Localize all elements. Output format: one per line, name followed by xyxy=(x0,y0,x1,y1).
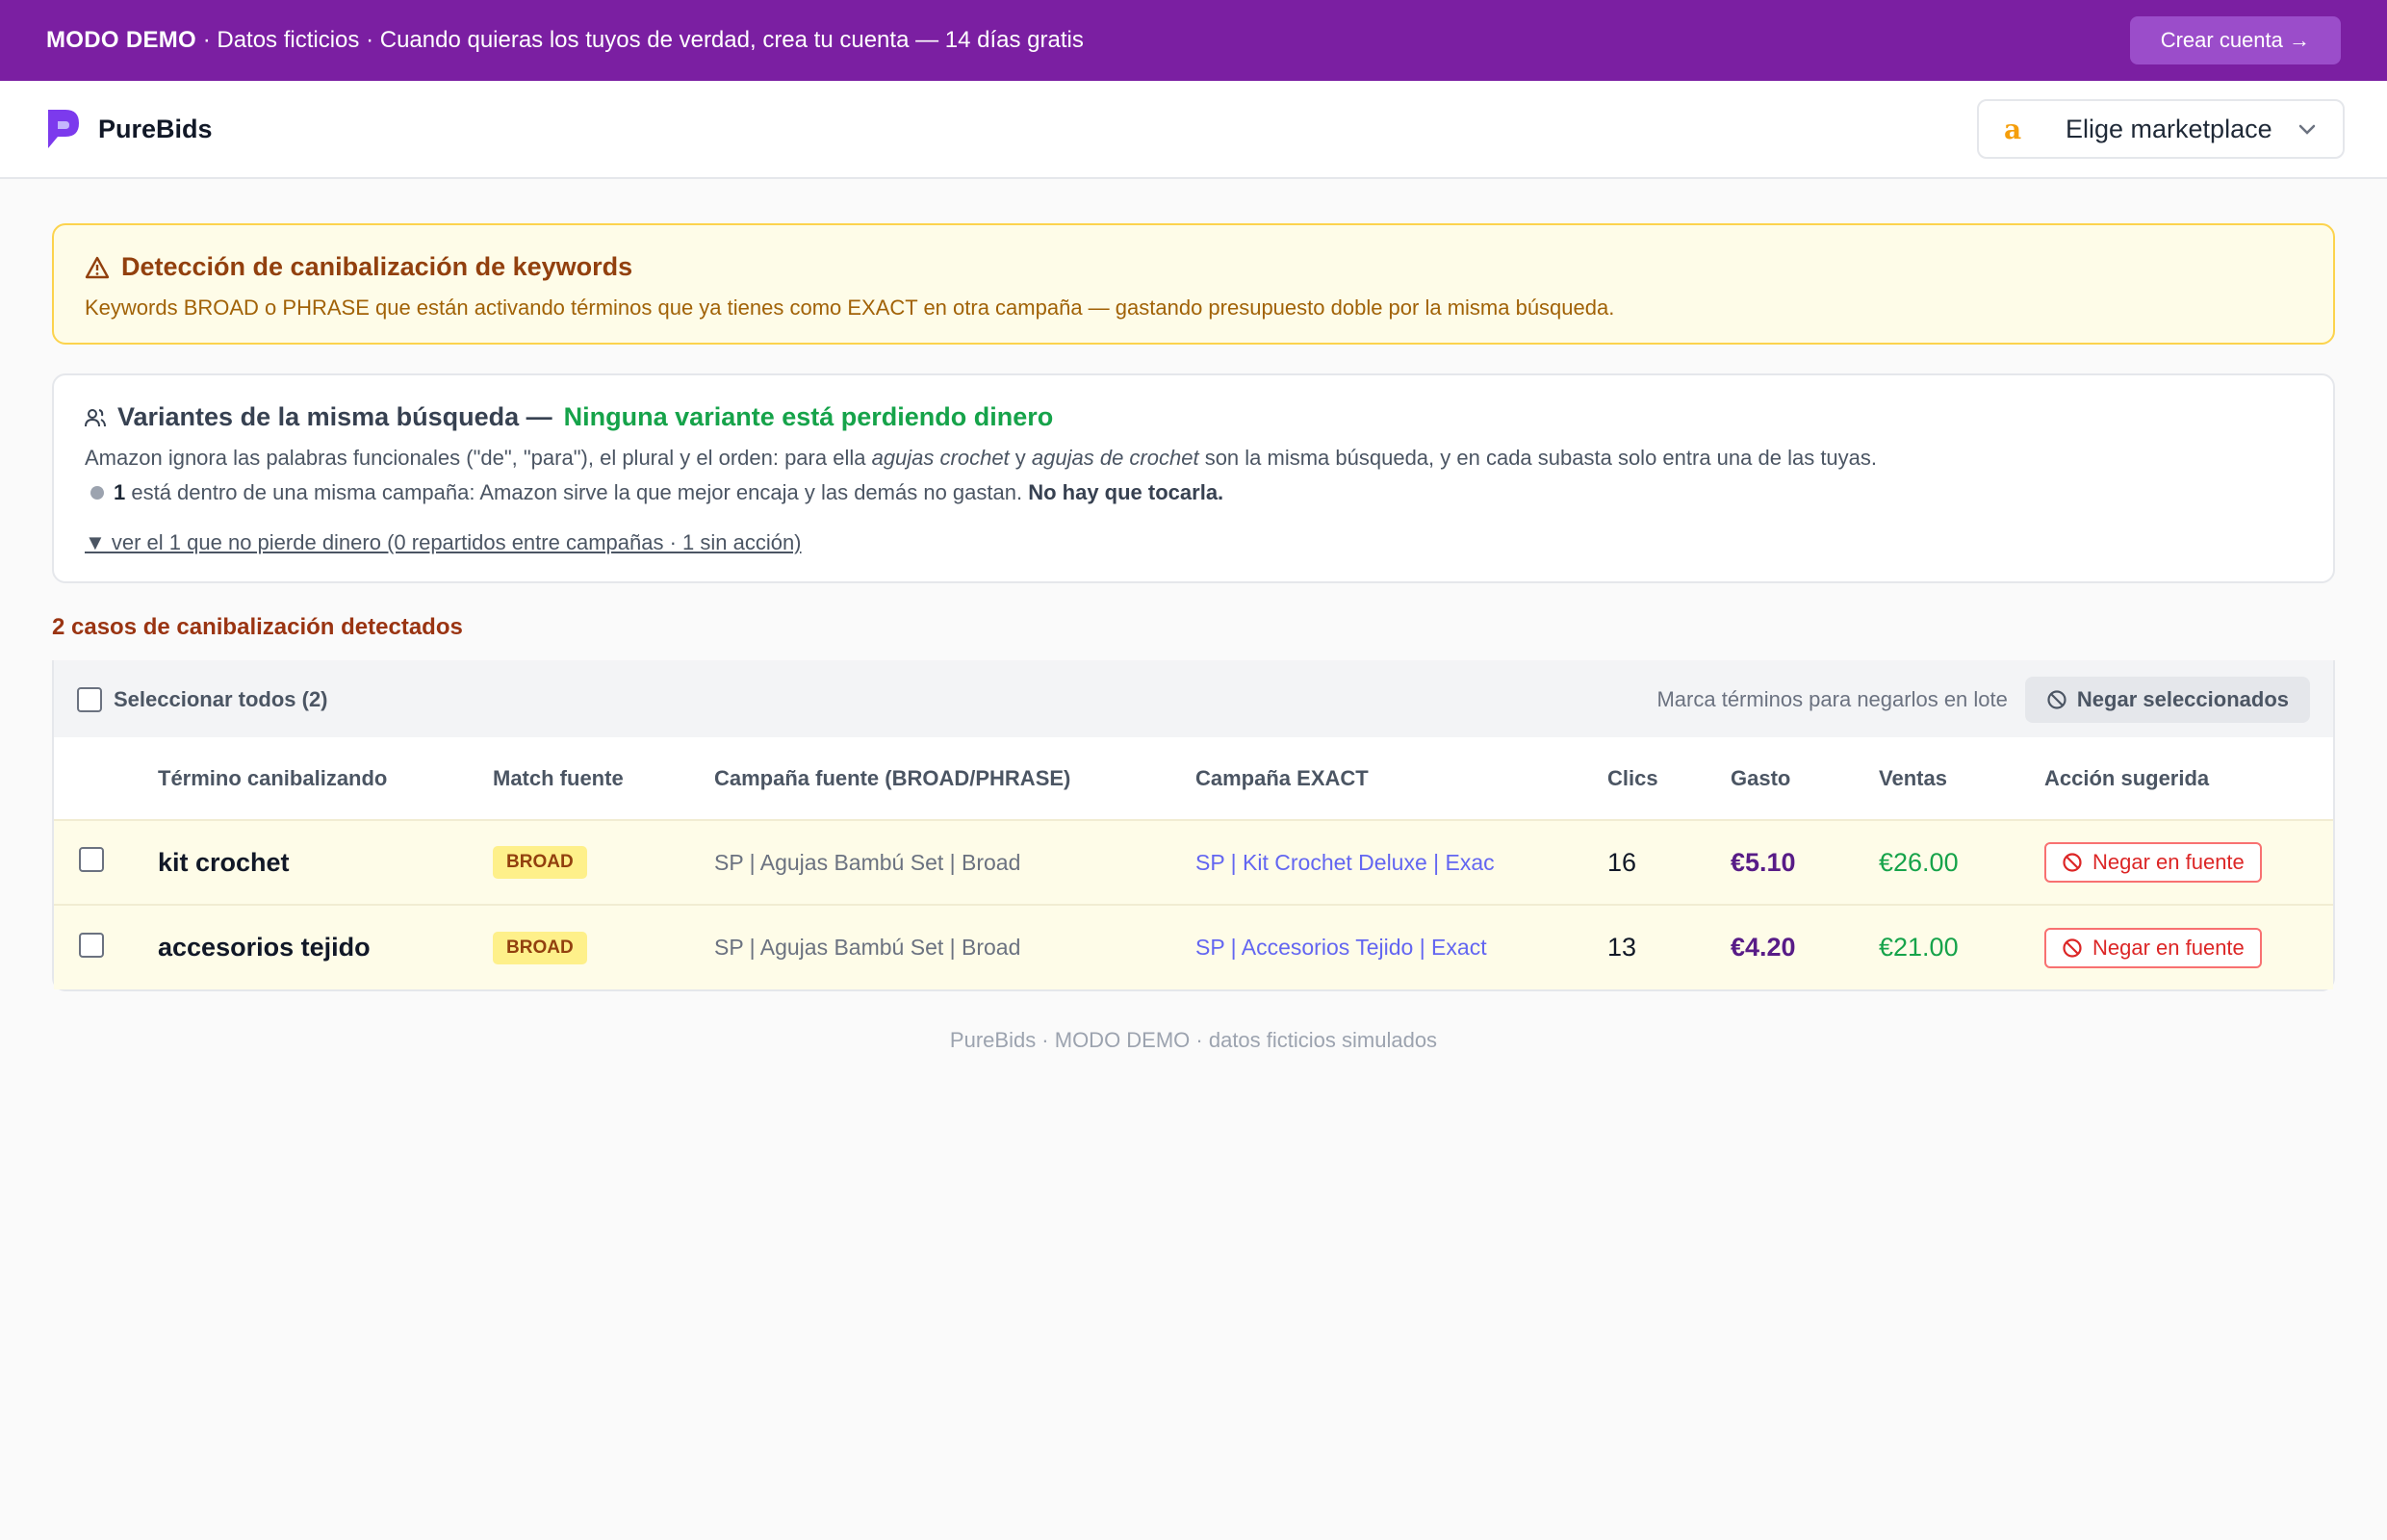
variants-example-1: agujas crochet xyxy=(871,446,1010,470)
chevron-down-icon xyxy=(2298,124,2316,135)
row-sales: €21.00 xyxy=(1879,933,1959,962)
variants-point-strong: No hay que tocarla. xyxy=(1028,480,1224,504)
variants-status: Ninguna variante está perdiendo dinero xyxy=(563,402,1054,431)
row-spend: €4.20 xyxy=(1731,933,1796,962)
row-clicks: 16 xyxy=(1607,847,1637,877)
variants-point: 1 está dentro de una misma campaña: Amaz… xyxy=(85,480,2302,505)
marketplace-label: Elige marketplace xyxy=(2066,114,2272,143)
main-content: Detección de canibalización de keywords … xyxy=(0,223,2387,1053)
demo-message-text: · Datos ficticios · Cuando quieras los t… xyxy=(196,27,1084,53)
cannibalization-table: Término canibalizando Match fuente Campa… xyxy=(54,737,2333,989)
row-exact-campaign-link[interactable]: SP | Kit Crochet Deluxe | Exac xyxy=(1195,820,1607,905)
row-checkbox[interactable] xyxy=(79,932,104,958)
variants-description: Amazon ignora las palabras funcionales (… xyxy=(85,446,2302,471)
variants-toggle-link[interactable]: ▼ ver el 1 que no pierde dinero (0 repar… xyxy=(85,530,802,555)
header-source-campaign: Campaña fuente (BROAD/PHRASE) xyxy=(714,765,1071,790)
select-all-checkbox[interactable] xyxy=(77,687,102,712)
variants-card: Variantes de la misma búsqueda — Ninguna… xyxy=(52,373,2335,583)
ban-icon xyxy=(2063,937,2082,958)
cases-count-label: 2 casos de canibalización detectados xyxy=(52,614,463,640)
warning-title: Detección de canibalización de keywords xyxy=(85,252,2302,282)
header-clicks: Clics xyxy=(1607,765,1658,790)
purebids-logo-icon xyxy=(48,110,79,148)
brand-name: PureBids xyxy=(98,114,213,143)
batch-toolbar: Seleccionar todos (2) Marca términos par… xyxy=(54,660,2333,737)
variants-example-2: agujas de crochet xyxy=(1031,446,1199,470)
toolbar-hint: Marca términos para negarlos en lote xyxy=(1656,687,2008,711)
row-source-campaign: SP | Agujas Bambú Set | Broad xyxy=(714,935,1021,960)
header-spend: Gasto xyxy=(1731,765,1791,790)
negate-selected-button[interactable]: Negar seleccionados xyxy=(2024,677,2310,723)
variants-point-text: 1 está dentro de una misma campaña: Amaz… xyxy=(114,480,1223,505)
variants-title-text: Variantes de la misma búsqueda — xyxy=(117,402,552,431)
bullet-dot-icon xyxy=(90,486,104,500)
negate-in-source-button[interactable]: Negar en fuente xyxy=(2044,927,2262,968)
row-exact-campaign-link[interactable]: SP | Accesorios Tejido | Exact xyxy=(1195,905,1607,989)
row-checkbox[interactable] xyxy=(79,847,104,872)
row-match-cell: BROAD xyxy=(493,905,714,989)
match-badge: BROAD xyxy=(493,931,587,964)
row-select-cell xyxy=(54,820,158,905)
table-row: kit crochet BROAD SP | Agujas Bambú Set … xyxy=(54,820,2333,905)
row-match-cell: BROAD xyxy=(493,820,714,905)
row-spend: €5.10 xyxy=(1731,847,1796,877)
header-match: Match fuente xyxy=(493,765,624,790)
negate-selected-label: Negar seleccionados xyxy=(2076,687,2289,711)
cannibalization-warning: Detección de canibalización de keywords … xyxy=(52,223,2335,345)
app-header: PureBids a Elige marketplace xyxy=(0,81,2387,179)
page-footer: PureBids · MODO DEMO · datos ficticios s… xyxy=(949,1028,1438,1052)
brand[interactable]: PureBids xyxy=(44,108,213,150)
demo-banner: MODO DEMO · Datos ficticios · Cuando qui… xyxy=(0,0,2387,81)
users-icon xyxy=(85,408,106,426)
row-sales: €26.00 xyxy=(1879,847,1959,877)
negate-in-source-label: Negar en fuente xyxy=(2092,850,2245,874)
match-badge: BROAD xyxy=(493,846,587,879)
variants-desc-part: Amazon ignora las palabras funcionales (… xyxy=(85,446,872,470)
create-account-button[interactable]: Crear cuenta → xyxy=(2129,16,2341,64)
demo-mode-label: MODO DEMO xyxy=(46,27,197,53)
amazon-icon: a xyxy=(2004,113,2022,145)
row-source-campaign: SP | Agujas Bambú Set | Broad xyxy=(714,849,1021,875)
negate-in-source-button[interactable]: Negar en fuente xyxy=(2044,842,2262,883)
row-term: accesorios tejido xyxy=(158,933,371,962)
table-row: accesorios tejido BROAD SP | Agujas Bamb… xyxy=(54,905,2333,989)
toolbar-right: Marca términos para negarlos en lote Neg… xyxy=(1656,677,2310,723)
header-exact-campaign: Campaña EXACT xyxy=(1195,765,1369,790)
variants-title: Variantes de la misma búsqueda — Ninguna… xyxy=(85,402,2302,432)
variants-point-count: 1 xyxy=(114,480,126,504)
demo-message: MODO DEMO · Datos ficticios · Cuando qui… xyxy=(46,27,1084,54)
warning-triangle-icon xyxy=(85,256,110,278)
header-sales: Ventas xyxy=(1879,765,1947,790)
select-all[interactable]: Seleccionar todos (2) xyxy=(77,687,328,712)
table-header-row: Término canibalizando Match fuente Campa… xyxy=(54,737,2333,820)
row-term: kit crochet xyxy=(158,847,290,877)
row-clicks: 13 xyxy=(1607,933,1637,962)
warning-title-text: Detección de canibalización de keywords xyxy=(121,252,633,281)
row-action-cell: Negar en fuente xyxy=(2044,820,2333,905)
variants-desc-part: y xyxy=(1009,446,1032,470)
warning-description: Keywords BROAD o PHRASE que están activa… xyxy=(85,295,1615,320)
header-select xyxy=(54,737,158,820)
row-action-cell: Negar en fuente xyxy=(2044,905,2333,989)
ban-icon xyxy=(2063,853,2082,872)
header-term: Término canibalizando xyxy=(158,765,388,790)
ban-icon xyxy=(2047,690,2066,709)
cannibalization-table-card: Seleccionar todos (2) Marca términos par… xyxy=(52,660,2335,991)
row-select-cell xyxy=(54,905,158,989)
marketplace-select[interactable]: a Elige marketplace xyxy=(1977,99,2345,159)
select-all-label: Seleccionar todos (2) xyxy=(114,687,328,711)
header-action: Acción sugerida xyxy=(2044,765,2210,790)
negate-in-source-label: Negar en fuente xyxy=(2092,935,2245,960)
variants-desc-part: son la misma búsqueda, y en cada subasta… xyxy=(1198,446,1878,470)
variants-point-body: está dentro de una misma campaña: Amazon… xyxy=(125,480,1029,504)
